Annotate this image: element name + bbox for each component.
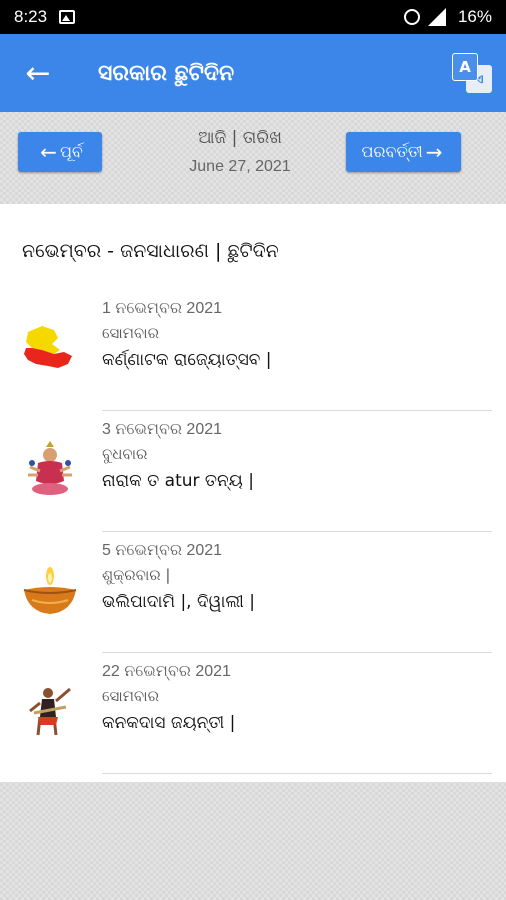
previous-button[interactable]: ← ପୂର୍ବ bbox=[18, 132, 102, 172]
holiday-date: 22 ନଭେମ୍ବର 2021 bbox=[102, 663, 231, 680]
back-arrow-icon: ← bbox=[25, 55, 51, 91]
arrow-right-icon: → bbox=[425, 140, 443, 164]
holiday-name: ନାରାକ ତ atur ତନ୍ୟ | bbox=[102, 471, 254, 491]
holiday-name: ଭଲିପାଦାମି |, ଦିୱାଲୀ | bbox=[102, 592, 256, 612]
section-title: ନଭେମ୍ବର - ଜନସାଧାରଣ | ଛୁଟିଦିନ bbox=[22, 240, 279, 262]
previous-label: ପୂର୍ବ bbox=[59, 142, 83, 161]
image-notification-icon bbox=[59, 10, 76, 24]
next-label: ପରବର୍ତ୍ତୀ bbox=[361, 142, 423, 161]
holiday-day: ସୋମବାର bbox=[102, 324, 159, 342]
list-item[interactable]: 5 ନଭେମ୍ବର 2021 ଶୁକ୍ରବାର | ଭଲିପାଦାମି |, ଦ… bbox=[0, 532, 506, 653]
battery-percentage: 16% bbox=[457, 7, 492, 26]
translate-button[interactable]: ଏ A bbox=[452, 51, 492, 95]
next-button[interactable]: ପରବର୍ତ୍ତୀ → bbox=[346, 132, 461, 172]
status-right: 16% bbox=[403, 7, 492, 27]
kanakadasa-icon bbox=[29, 687, 71, 736]
page-title: ସରକାର ଛୁଟିଦିନ bbox=[98, 60, 235, 86]
holiday-list-card: ନଭେମ୍ବର - ଜନସାଧାରଣ | ଛୁଟିଦିନ 1 ନଭେମ୍ବର 2… bbox=[0, 204, 506, 782]
holiday-day: ଶୁକ୍ରବାର | bbox=[102, 566, 171, 584]
translate-icon: A bbox=[452, 53, 478, 81]
holiday-date: 1 ନଭେମ୍ବର 2021 bbox=[102, 300, 223, 317]
back-button[interactable]: ← bbox=[8, 34, 68, 112]
status-time: 8:23 bbox=[14, 7, 48, 26]
arrow-left-icon: ← bbox=[40, 140, 57, 164]
karnataka-flag-icon bbox=[24, 326, 72, 368]
holiday-name: କନକଦାସ ଜୟନ୍ତୀ | bbox=[102, 713, 236, 733]
today-block: ଆଜି | ତାରିଖ June 27, 2021 bbox=[140, 128, 340, 176]
holiday-date: 5 ନଭେମ୍ବର 2021 bbox=[102, 542, 223, 559]
list-item[interactable]: 22 ନଭେମ୍ବର 2021 ସୋମବାର କନକଦାସ ଜୟନ୍ତୀ | bbox=[0, 653, 506, 774]
app-bar: ← ସରକାର ଛୁଟିଦିନ ଏ A bbox=[0, 34, 506, 112]
list-item[interactable]: 3 ନଭେମ୍ବର 2021 ବୁଧବାର ନାରାକ ତ atur ତନ୍ୟ … bbox=[0, 411, 506, 532]
goddess-icon bbox=[28, 441, 72, 495]
holiday-date: 3 ନଭେମ୍ବର 2021 bbox=[102, 421, 223, 438]
alarm-icon bbox=[403, 9, 420, 25]
diya-lamp-icon bbox=[23, 567, 77, 614]
holiday-day: ବୁଧବାର bbox=[102, 445, 148, 463]
today-date: June 27, 2021 bbox=[189, 158, 291, 175]
signal-icon bbox=[427, 8, 446, 26]
date-navigation: ← ପୂର୍ବ ଆଜି | ତାରିଖ June 27, 2021 ପରବର୍ତ… bbox=[0, 112, 506, 204]
status-bar: 8:23 16% bbox=[0, 0, 506, 34]
holiday-name: କର୍ଣ୍ଣାଟକ ରାଜ୍ୟୋତ୍ସବ | bbox=[102, 350, 272, 370]
list-item[interactable]: 1 ନଭେମ୍ବର 2021 ସୋମବାର କର୍ଣ୍ଣାଟକ ରାଜ୍ୟୋତ୍… bbox=[0, 290, 506, 411]
today-label: ଆଜି | ତାରିଖ bbox=[198, 128, 282, 148]
holiday-day: ସୋମବାର bbox=[102, 687, 159, 705]
